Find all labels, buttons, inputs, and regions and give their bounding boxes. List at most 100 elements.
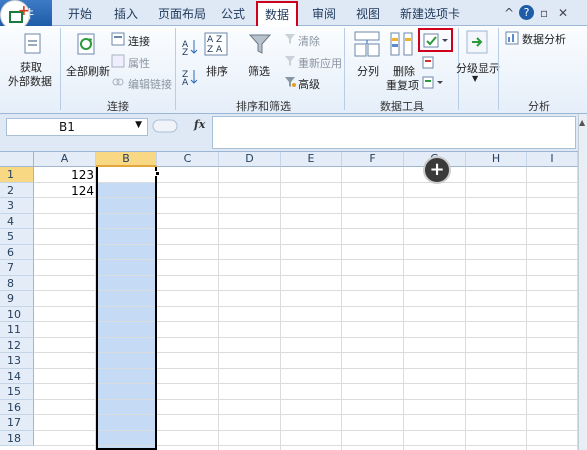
- gridline-vertical: [526, 167, 527, 450]
- refresh-all-label: 全部刷新: [66, 65, 110, 78]
- row-header-2[interactable]: 2: [0, 182, 34, 198]
- row-header-1[interactable]: 1: [0, 167, 34, 183]
- tab-new-tab[interactable]: 新建选项卡: [400, 5, 460, 22]
- row-header-14[interactable]: 14: [0, 368, 34, 384]
- vertical-scrollbar[interactable]: ▲: [578, 114, 587, 450]
- connections-button[interactable]: 连接: [128, 33, 150, 49]
- filter-label: 筛选: [248, 65, 270, 78]
- outline-icon: [466, 30, 488, 54]
- outline-dropdown-icon: ▼: [472, 74, 479, 83]
- row-header-15[interactable]: 15: [0, 384, 34, 400]
- column-header-h[interactable]: H: [466, 152, 527, 167]
- name-box[interactable]: B1 ▼: [6, 118, 148, 136]
- gridline-vertical: [341, 167, 342, 450]
- tab-data[interactable]: 数据: [256, 1, 299, 27]
- restore-icon[interactable]: ▫: [540, 6, 548, 20]
- row-header-3[interactable]: 3: [0, 198, 34, 214]
- help-icon[interactable]: ?: [519, 5, 534, 20]
- text-to-columns-icon: [354, 31, 380, 57]
- add-icon[interactable]: +: [423, 156, 451, 184]
- data-analysis-button[interactable]: 数据分析: [522, 31, 566, 47]
- row-header-6[interactable]: 6: [0, 244, 34, 260]
- column-header-c[interactable]: C: [157, 152, 219, 167]
- data-validation-button[interactable]: [418, 28, 453, 52]
- tab-insert[interactable]: 插入: [114, 5, 138, 22]
- connections-icon: [111, 32, 125, 46]
- fill-handle[interactable]: [155, 171, 160, 176]
- column-header-d[interactable]: D: [219, 152, 281, 167]
- ribbon-data: 获取 外部数据 全部刷新 连接 属性 编辑链接 连接 AZ ZA AZZA 排序…: [0, 26, 587, 114]
- row-header-10[interactable]: 10: [0, 306, 34, 322]
- gridline-vertical: [465, 167, 466, 450]
- select-all-corner[interactable]: [0, 152, 34, 167]
- get-external-label-2: 外部数据: [8, 75, 52, 88]
- cell-a1[interactable]: 123: [38, 168, 94, 182]
- data-analysis-icon: [505, 31, 519, 45]
- row-header-16[interactable]: 16: [0, 399, 34, 415]
- name-box-value: B1: [59, 120, 75, 134]
- tab-review[interactable]: 审阅: [312, 5, 336, 22]
- row-header-17[interactable]: 17: [0, 415, 34, 431]
- row-header-12[interactable]: 12: [0, 337, 34, 353]
- svg-text:A: A: [182, 78, 189, 86]
- tab-home[interactable]: 开始: [68, 5, 92, 22]
- formula-bar: B1 ▼ fx: [0, 114, 587, 152]
- column-header-b[interactable]: B: [96, 152, 157, 167]
- tab-view[interactable]: 视图: [356, 5, 380, 22]
- text-to-columns-label: 分列: [357, 65, 379, 78]
- tab-page-layout[interactable]: 页面布局: [158, 5, 206, 22]
- reapply-button[interactable]: 重新应用: [298, 55, 342, 71]
- formula-input[interactable]: [212, 116, 576, 149]
- selection-border: [96, 167, 157, 450]
- row-header-5[interactable]: 5: [0, 229, 34, 245]
- data-validation-icon: [423, 33, 448, 48]
- row-header-11[interactable]: 11: [0, 322, 34, 338]
- spreadsheet-grid[interactable]: ABCDEFGHI 123456789101112131415161718 12…: [0, 152, 578, 450]
- row-header-4[interactable]: 4: [0, 213, 34, 229]
- sort-icon: A ZZ A: [204, 32, 228, 56]
- external-data-icon: [24, 33, 41, 54]
- column-header-f[interactable]: F: [342, 152, 404, 167]
- advanced-button[interactable]: 高级: [298, 76, 320, 92]
- cell-a2[interactable]: 124: [38, 184, 94, 198]
- svg-text:Z: Z: [216, 35, 222, 45]
- what-if-analysis-icon[interactable]: [422, 76, 446, 90]
- column-header-a[interactable]: A: [34, 152, 96, 167]
- row-header-13[interactable]: 13: [0, 353, 34, 369]
- minimize-ribbon-icon[interactable]: ^: [504, 6, 514, 20]
- group-separator: [498, 28, 499, 110]
- column-header-e[interactable]: E: [281, 152, 342, 167]
- formula-bar-toggle-icon[interactable]: [152, 119, 178, 133]
- column-header-i[interactable]: I: [527, 152, 578, 167]
- close-icon[interactable]: ✕: [558, 6, 568, 20]
- sort-label: 排序: [206, 65, 228, 78]
- sort-ascending-icon[interactable]: AZ: [182, 38, 198, 56]
- properties-button[interactable]: 属性: [128, 55, 150, 71]
- group-separator: [344, 28, 345, 110]
- name-box-dropdown-icon[interactable]: ▼: [135, 120, 142, 130]
- insert-function-icon[interactable]: fx: [194, 118, 205, 131]
- svg-text:Z: Z: [182, 48, 188, 56]
- data-tools-group-label: 数据工具: [380, 100, 424, 113]
- remove-duplicates-label-2: 重复项: [386, 79, 419, 92]
- row-header-7[interactable]: 7: [0, 260, 34, 276]
- connections-group-label: 连接: [107, 100, 129, 113]
- scroll-up-icon[interactable]: ▲: [579, 118, 585, 127]
- sort-filter-group-label: 排序和筛选: [236, 100, 291, 113]
- tab-formulas[interactable]: 公式: [221, 5, 245, 22]
- group-separator: [60, 28, 61, 110]
- analysis-group-label: 分析: [528, 100, 550, 113]
- filter-funnel-icon: [248, 34, 272, 54]
- svg-text:Z: Z: [207, 45, 213, 55]
- row-header-18[interactable]: 18: [0, 430, 34, 446]
- consolidate-icon[interactable]: [422, 56, 446, 70]
- gridline-vertical: [403, 167, 404, 450]
- group-separator: [175, 28, 176, 110]
- sort-descending-icon[interactable]: ZA: [182, 68, 198, 86]
- row-header-8[interactable]: 8: [0, 275, 34, 291]
- clear-button[interactable]: 清除: [298, 33, 320, 49]
- edit-links-button[interactable]: 编辑链接: [128, 76, 172, 92]
- properties-icon: [111, 54, 125, 68]
- row-header-9[interactable]: 9: [0, 291, 34, 307]
- remove-duplicates-icon: [390, 32, 413, 56]
